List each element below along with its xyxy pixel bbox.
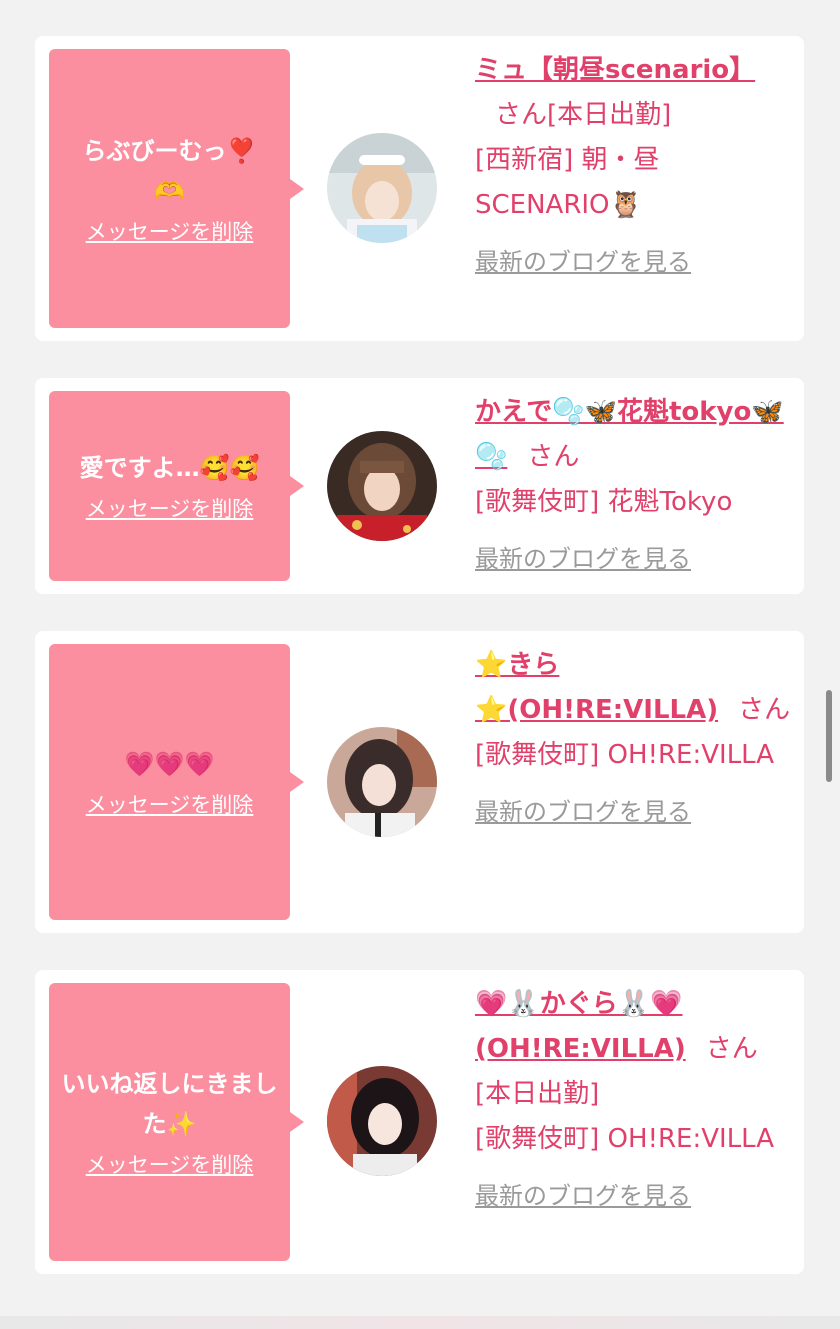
honorific: さん	[705, 1034, 758, 1064]
sender-info: 💗🐰かぐら🐰💗(OH!RE:VILLA) さん [本日出勤] [歌舞伎町] OH!…	[475, 982, 793, 1219]
message-bubble: らぶびーむっ❣️🫶 メッセージを削除	[49, 49, 304, 328]
sender-name-link[interactable]: ⭐️きら⭐️(OH!RE:VILLA)	[475, 650, 718, 725]
avatar[interactable]	[327, 727, 437, 837]
message-card: いいね返しにきました✨ メッセージを削除 💗🐰かぐら🐰💗(OH!RE:VILLA…	[35, 970, 804, 1274]
message-text: 💗💗💗	[124, 750, 215, 778]
message-bubble: 愛ですよ…🥰🥰 メッセージを削除	[49, 391, 304, 581]
avatar-dark-hair	[327, 727, 437, 837]
latest-blog-link[interactable]: 最新のブログを見る	[475, 240, 691, 285]
sender-name-link[interactable]: ミュ【朝昼scenario】	[475, 55, 755, 85]
shop-name: [歌舞伎町] 花魁Tokyo	[475, 487, 733, 517]
honorific: さん	[495, 100, 548, 130]
sender-info: ミュ【朝昼scenario】さん[本日出勤] [西新宿] 朝・昼SCENARIO…	[475, 48, 793, 285]
shop-name: [西新宿] 朝・昼SCENARIO🦉	[475, 145, 660, 220]
work-status: [本日出勤]	[475, 1079, 600, 1109]
message-bubble: いいね返しにきました✨ メッセージを削除	[49, 983, 304, 1261]
avatar[interactable]	[327, 431, 437, 541]
avatar[interactable]	[327, 1066, 437, 1176]
work-status: [本日出勤]	[547, 100, 672, 130]
avatar-red-kimono	[327, 431, 437, 541]
message-text: 愛ですよ…🥰🥰	[79, 454, 260, 482]
message-bubble: 💗💗💗 メッセージを削除	[49, 644, 304, 920]
message-text: いいね返しにきました✨	[61, 1070, 278, 1138]
sender-name-link[interactable]: 💗🐰かぐら🐰💗(OH!RE:VILLA)	[475, 989, 686, 1064]
sender-info: かえで🫧🦋花魁tokyo🦋🫧 さん [歌舞伎町] 花魁Tokyo 最新のブログを見…	[475, 390, 793, 582]
latest-blog-link[interactable]: 最新のブログを見る	[475, 790, 691, 835]
sender-info: ⭐️きら⭐️(OH!RE:VILLA) さん [歌舞伎町] OH!RE:VILLA…	[475, 643, 793, 835]
latest-blog-link[interactable]: 最新のブログを見る	[475, 537, 691, 582]
shop-name: [歌舞伎町] OH!RE:VILLA	[475, 740, 775, 770]
message-card: 愛ですよ…🥰🥰 メッセージを削除 かえで🫧🦋花魁tokyo🦋🫧 さん [歌舞伎町]…	[35, 378, 804, 594]
message-card: 💗💗💗 メッセージを削除 ⭐️きら⭐️(OH!RE:VILLA) さん [歌舞伎町…	[35, 631, 804, 933]
latest-blog-link[interactable]: 最新のブログを見る	[475, 1174, 691, 1219]
message-text: らぶびーむっ❣️🫶	[82, 136, 257, 205]
shop-name: [歌舞伎町] OH!RE:VILLA	[475, 1124, 775, 1154]
delete-message-link[interactable]: メッセージを削除	[86, 217, 254, 247]
delete-message-link[interactable]: メッセージを削除	[86, 790, 254, 820]
sender-name-link[interactable]: かえで🫧🦋花魁tokyo🦋🫧	[475, 397, 784, 472]
avatar-blonde-maid	[327, 133, 437, 243]
honorific: さん	[527, 442, 580, 472]
message-card: らぶびーむっ❣️🫶 メッセージを削除 ミュ【朝昼scenario】さん[本日出勤…	[35, 36, 804, 341]
honorific: さん	[738, 695, 791, 725]
avatar-black-hair	[327, 1066, 437, 1176]
delete-message-link[interactable]: メッセージを削除	[86, 494, 254, 524]
bottom-edge	[0, 1316, 840, 1329]
avatar[interactable]	[327, 133, 437, 243]
vertical-scrollbar[interactable]	[826, 690, 832, 782]
delete-message-link[interactable]: メッセージを削除	[86, 1150, 254, 1180]
